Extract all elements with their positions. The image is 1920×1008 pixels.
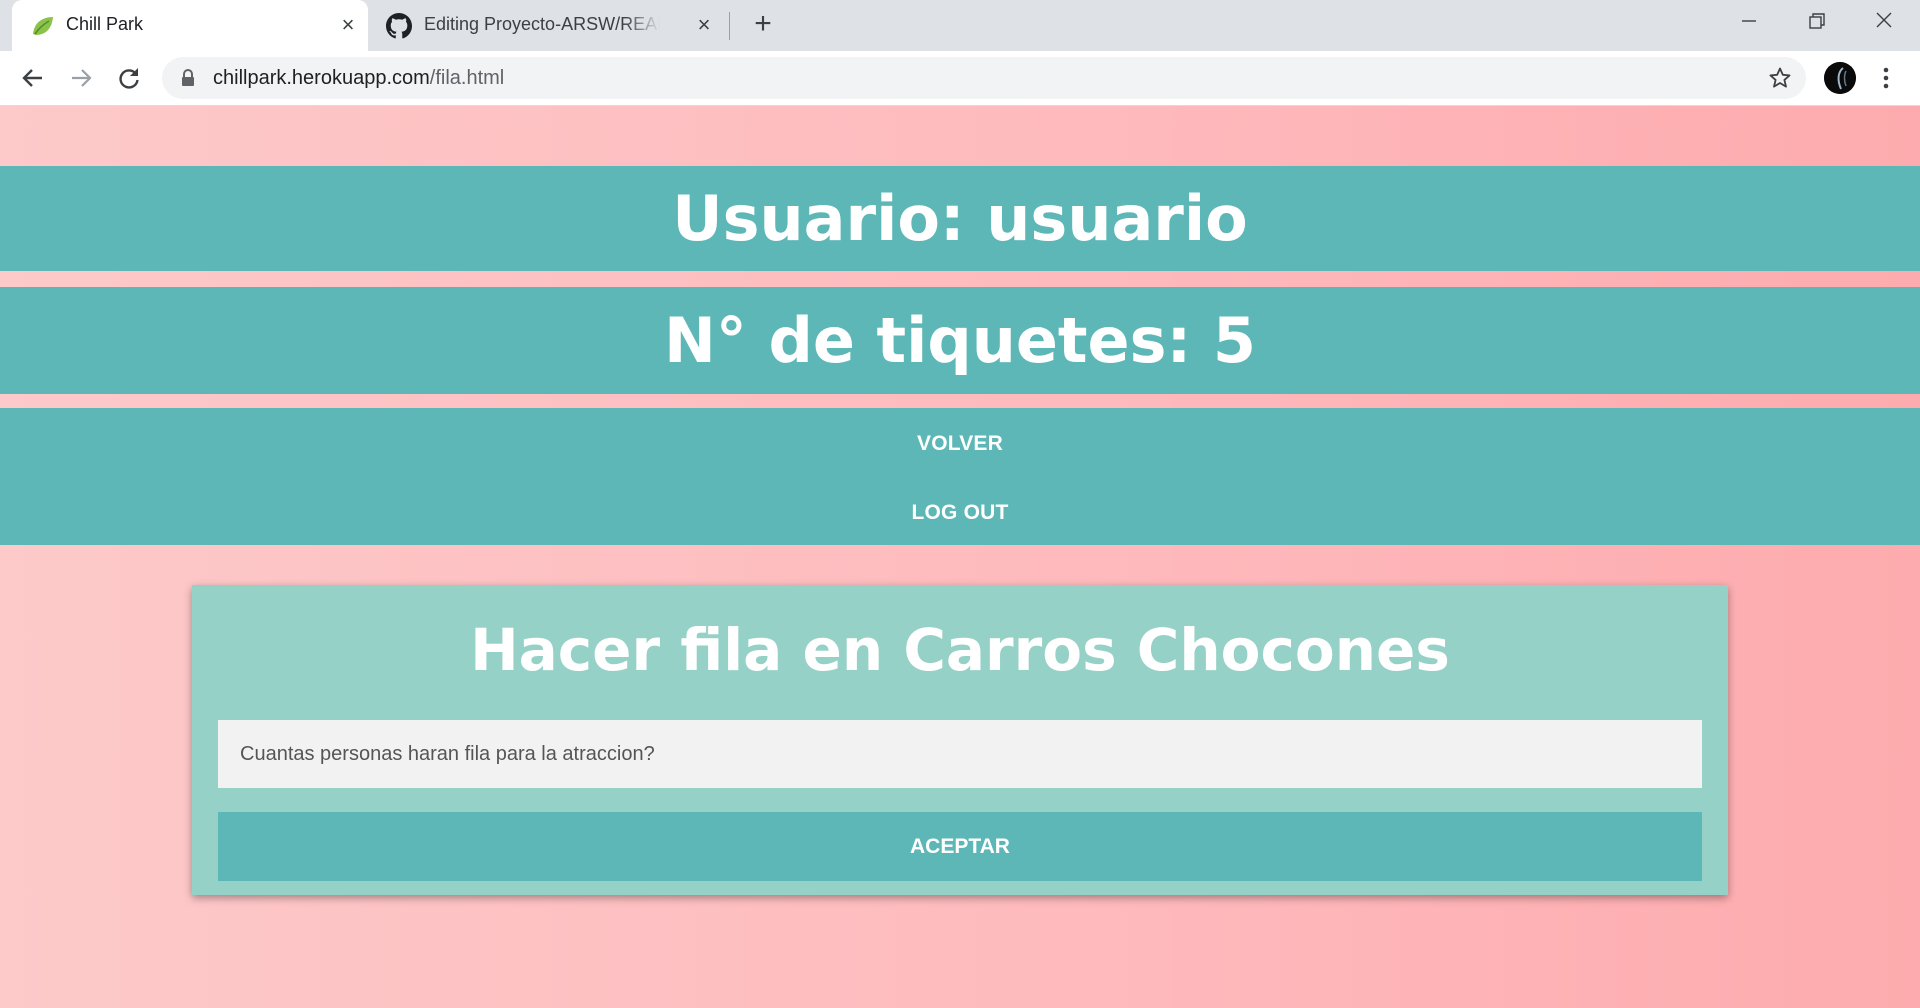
close-tab-icon[interactable]: × — [693, 14, 715, 36]
queue-form: Hacer fila en Carros Chocones ACEPTAR — [192, 585, 1728, 895]
browser-tabstrip: Chill Park × Editing Proyecto-ARSW/READM… — [0, 0, 1920, 51]
bookmark-star-icon[interactable] — [1768, 66, 1792, 90]
back-link[interactable]: VOLVER — [0, 432, 1920, 456]
tab-title: Editing Proyecto-ARSW/README.md — [424, 14, 660, 34]
logout-link[interactable]: LOG OUT — [0, 501, 1920, 525]
profile-picture-icon — [1824, 62, 1856, 94]
restore-window-icon[interactable] — [1796, 8, 1836, 38]
close-tab-icon[interactable]: × — [337, 14, 359, 36]
spring-leaf-icon — [33, 17, 53, 35]
tickets-banner: N° de tiquetes: 5 — [0, 287, 1920, 394]
profile-avatar[interactable] — [1824, 62, 1856, 94]
back-arrow-icon[interactable] — [18, 63, 48, 93]
queue-form-title: Hacer fila en Carros Chocones — [470, 616, 1450, 684]
browser-toolbar: chillpark.herokuapp.com/fila.html — [0, 51, 1920, 106]
people-count-input[interactable] — [218, 720, 1702, 788]
close-window-icon[interactable] — [1864, 8, 1904, 38]
url-text[interactable]: chillpark.herokuapp.com/fila.html — [213, 67, 504, 90]
minimize-icon[interactable] — [1728, 8, 1768, 38]
lock-icon[interactable] — [179, 68, 197, 88]
page-nav: VOLVER LOG OUT — [0, 408, 1920, 545]
forward-arrow-icon[interactable] — [66, 63, 96, 93]
tab-chill-park[interactable]: Chill Park × — [12, 0, 368, 51]
page-content: Usuario: usuario N° de tiquetes: 5 VOLVE… — [0, 106, 1920, 1008]
tab-github-editing[interactable]: Editing Proyecto-ARSW/README.md × — [372, 0, 720, 51]
user-banner: Usuario: usuario — [0, 166, 1920, 271]
reload-icon[interactable] — [114, 63, 144, 93]
accept-button[interactable]: ACEPTAR — [218, 812, 1702, 881]
github-icon — [386, 13, 412, 39]
url-path: /fila.html — [429, 67, 505, 89]
more-menu-icon[interactable] — [1874, 63, 1898, 93]
new-tab-icon[interactable]: + — [748, 9, 778, 40]
tab-title: Chill Park — [66, 14, 144, 34]
tab-separator — [729, 12, 730, 40]
url-host: chillpark.herokuapp.com — [213, 67, 430, 89]
address-bar[interactable]: chillpark.herokuapp.com/fila.html — [162, 57, 1806, 99]
